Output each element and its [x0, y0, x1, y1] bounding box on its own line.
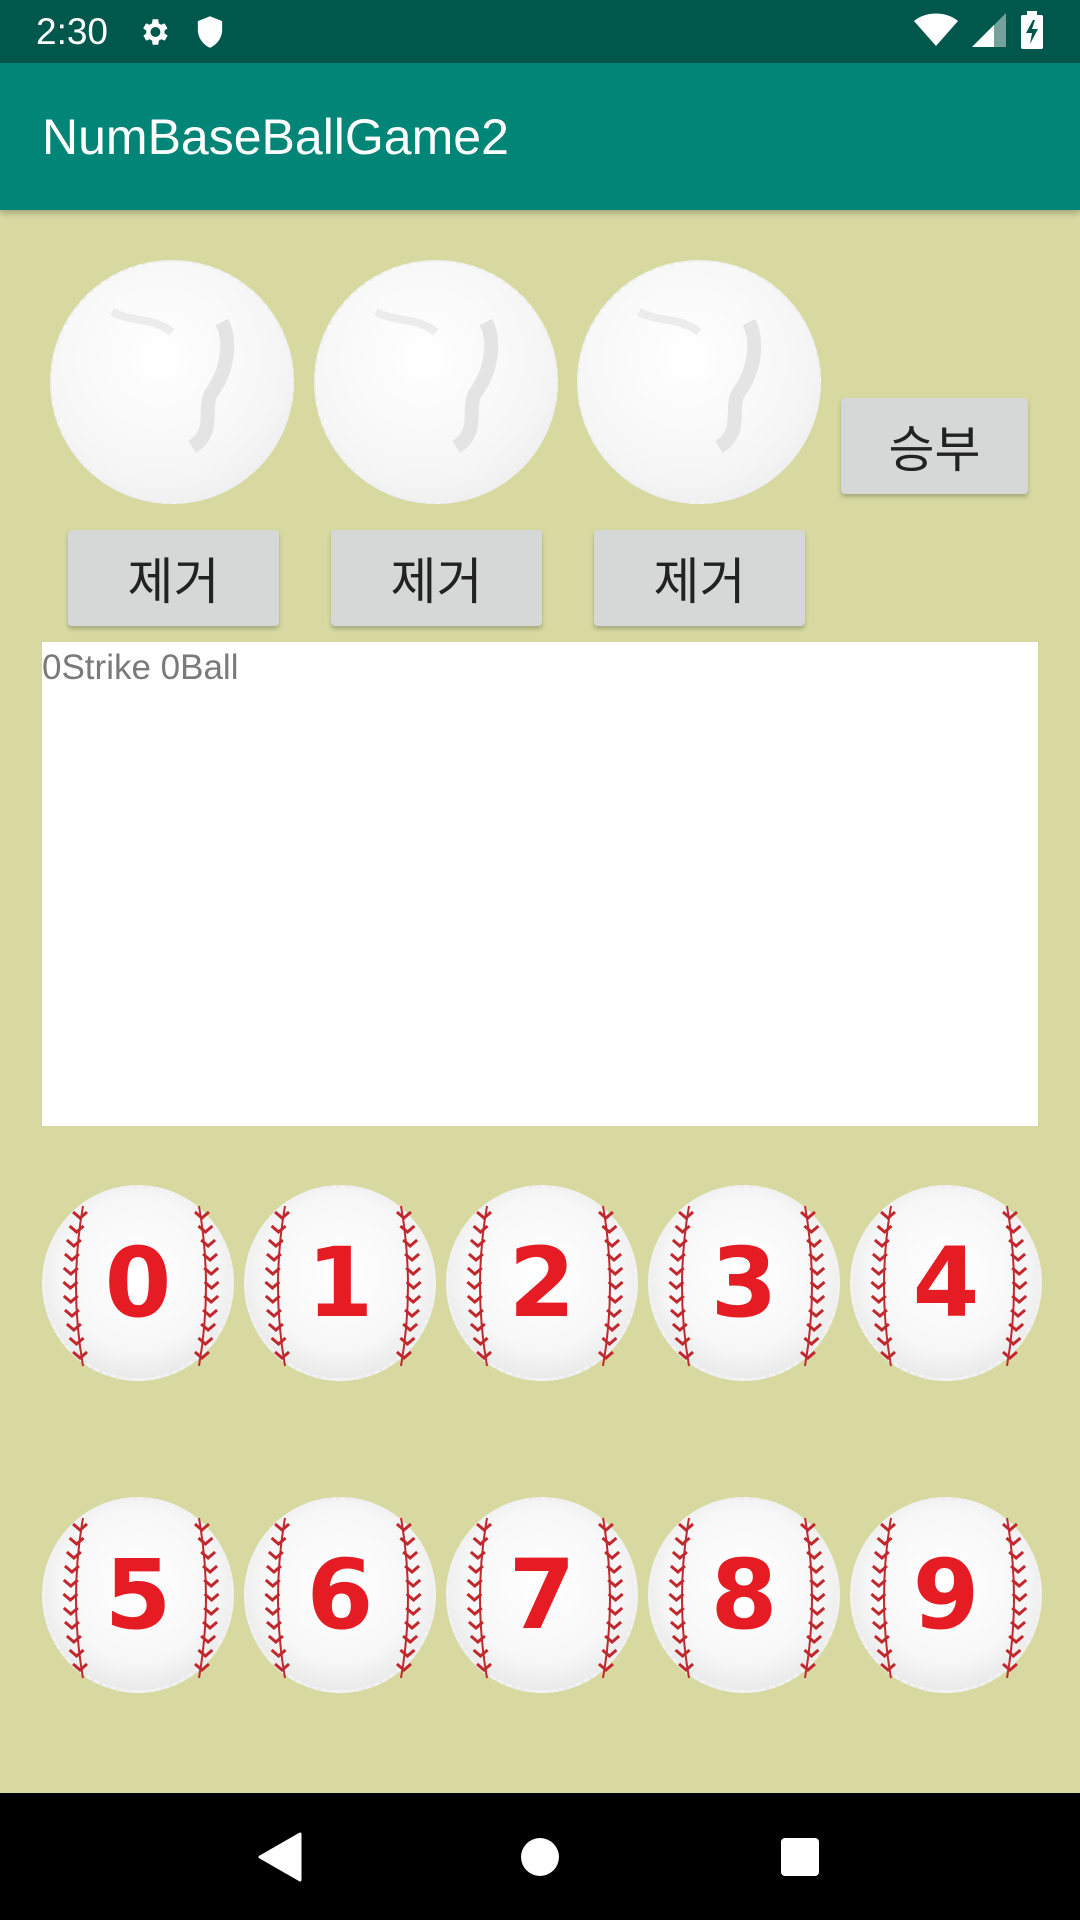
navigation-bar — [0, 1793, 1080, 1920]
selected-ball-slot-2 — [314, 260, 558, 504]
selected-ball-slot-3 — [577, 260, 821, 504]
number-ball-5[interactable]: 5 — [42, 1497, 234, 1693]
shield-icon — [190, 12, 230, 52]
submit-button[interactable]: 승부 — [841, 398, 1028, 494]
result-text: 0Strike 0Ball — [42, 648, 239, 687]
number-label: 4 — [912, 1227, 980, 1339]
number-ball-3[interactable]: 3 — [648, 1185, 840, 1381]
number-label: 9 — [912, 1539, 980, 1651]
selected-ball-slot-1 — [50, 260, 294, 504]
recents-icon[interactable] — [760, 1817, 840, 1897]
app-bar: NumBaseBallGame2 — [0, 63, 1080, 210]
number-label: 5 — [104, 1539, 172, 1651]
remove-button-3[interactable]: 제거 — [594, 530, 805, 626]
number-ball-6[interactable]: 6 — [244, 1497, 436, 1693]
wifi-icon — [914, 13, 958, 51]
status-bar: 2:30 — [0, 0, 1080, 63]
remove-button-1[interactable]: 제거 — [68, 530, 279, 626]
back-icon[interactable] — [240, 1817, 320, 1897]
number-ball-0[interactable]: 0 — [42, 1185, 234, 1381]
battery-icon — [1020, 10, 1044, 53]
number-ball-1[interactable]: 1 — [244, 1185, 436, 1381]
number-label: 2 — [508, 1227, 576, 1339]
number-label: 7 — [508, 1539, 576, 1651]
number-label: 8 — [710, 1539, 778, 1651]
number-row-1: 0 1 2 3 4 — [42, 1185, 1042, 1385]
number-ball-2[interactable]: 2 — [446, 1185, 638, 1381]
app-title: NumBaseBallGame2 — [42, 108, 509, 165]
number-ball-8[interactable]: 8 — [648, 1497, 840, 1693]
signal-icon — [972, 12, 1006, 51]
number-ball-9[interactable]: 9 — [850, 1497, 1042, 1693]
status-time: 2:30 — [36, 10, 109, 52]
gear-icon — [134, 12, 174, 52]
result-area: 0Strike 0Ball — [42, 642, 1038, 1126]
number-row-2: 5 6 7 8 9 — [42, 1497, 1042, 1697]
number-label: 0 — [104, 1227, 172, 1339]
number-label: 1 — [306, 1227, 374, 1339]
number-ball-4[interactable]: 4 — [850, 1185, 1042, 1381]
number-label: 3 — [710, 1227, 778, 1339]
home-icon[interactable] — [500, 1817, 580, 1897]
number-ball-7[interactable]: 7 — [446, 1497, 638, 1693]
number-label: 6 — [306, 1539, 374, 1651]
remove-button-2[interactable]: 제거 — [331, 530, 542, 626]
